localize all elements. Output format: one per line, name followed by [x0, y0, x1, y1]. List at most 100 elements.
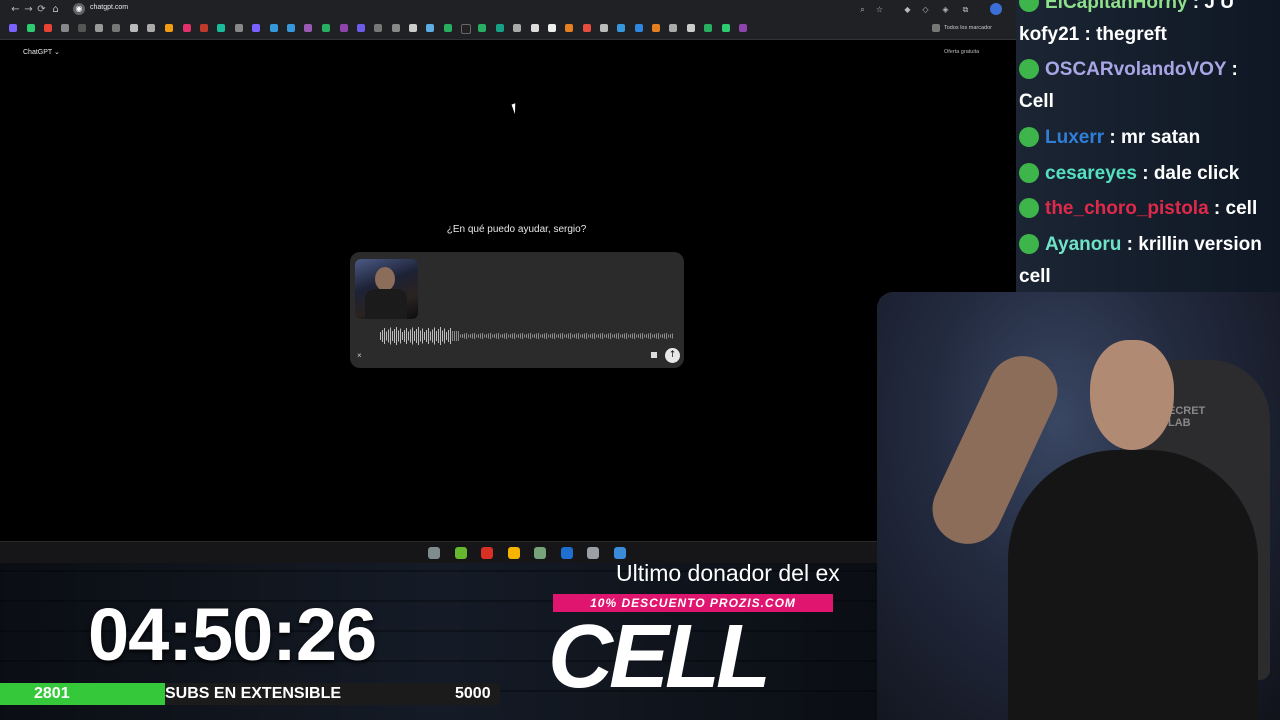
stop-recording-button[interactable]	[651, 352, 657, 358]
free-offer-link[interactable]: Oferta gratuita	[944, 49, 979, 55]
bookmark-icon[interactable]	[112, 24, 120, 32]
home-icon[interactable]: ⌂	[49, 3, 62, 16]
bookmark-icon[interactable]	[669, 24, 677, 32]
all-bookmarks-link[interactable]: Todos los marcador	[944, 25, 992, 31]
taskbar-app-icon[interactable]	[507, 547, 520, 559]
bookmark-icon[interactable]	[270, 24, 278, 32]
reload-icon[interactable]: ⟳	[35, 3, 48, 16]
bookmark-icon[interactable]	[147, 24, 155, 32]
bookmark-icon[interactable]	[531, 24, 539, 32]
bookmark-icon[interactable]	[704, 24, 712, 32]
waveform-bar	[658, 333, 659, 339]
attached-image-thumbnail[interactable]	[355, 259, 418, 319]
bookmark-icon[interactable]	[287, 24, 295, 32]
bookmark-icon[interactable]	[409, 24, 417, 32]
taskbar-app-icon[interactable]	[454, 547, 467, 559]
gmail-icon[interactable]	[44, 24, 52, 32]
bookmark-icon[interactable]	[9, 24, 17, 32]
taskbar-app-icon[interactable]	[613, 547, 626, 559]
bookmark-icon[interactable]	[357, 24, 365, 32]
chat-message: the_choro_pistola : cell	[1019, 193, 1277, 225]
bookmark-icon[interactable]	[304, 24, 312, 32]
bookmark-icon[interactable]	[27, 24, 35, 32]
send-button[interactable]: ↑	[665, 348, 680, 363]
bookmark-icon[interactable]	[165, 24, 173, 32]
waveform-bar	[506, 333, 507, 339]
bookmark-icon[interactable]	[548, 24, 556, 32]
url-text[interactable]: chatgpt.com	[90, 4, 128, 11]
waveform-bar	[516, 334, 517, 338]
back-icon[interactable]: ←	[9, 3, 22, 16]
waveform-bar	[668, 334, 669, 338]
bookmark-icon[interactable]	[340, 24, 348, 32]
waveform-bar	[644, 334, 645, 338]
waveform-bar	[538, 333, 539, 339]
bookmark-icon[interactable]	[617, 24, 625, 32]
bookmark-icon[interactable]	[217, 24, 225, 32]
chat-username[interactable]: ElCapitanHorny	[1045, 0, 1188, 13]
taskbar-app-icon[interactable]	[534, 547, 546, 559]
subs-goal: 5000	[455, 685, 491, 702]
waveform-bar	[426, 330, 427, 342]
chat-username[interactable]: Luxerr	[1045, 127, 1104, 148]
bookmark-icon[interactable]	[461, 24, 471, 34]
bookmark-icon[interactable]	[235, 24, 243, 32]
chat-username[interactable]: cesareyes	[1045, 163, 1137, 184]
bookmark-icon[interactable]	[687, 24, 695, 32]
bookmark-icon[interactable]	[95, 24, 103, 32]
bookmark-icon[interactable]	[322, 24, 330, 32]
x-icon[interactable]	[61, 24, 69, 32]
waveform-bar	[594, 333, 595, 339]
waveform-bar	[462, 334, 463, 338]
bookmark-icon[interactable]	[739, 24, 747, 32]
bookmark-icon[interactable]	[444, 24, 452, 32]
waveform-bar	[620, 334, 621, 338]
bookmark-icon[interactable]	[635, 24, 643, 32]
zoom-icon[interactable]: ⌕	[857, 4, 868, 15]
chat-username[interactable]: Ayanoru	[1045, 234, 1121, 255]
extension-icon[interactable]: ◇	[920, 4, 931, 15]
bookmark-icon[interactable]	[252, 24, 260, 32]
bookmark-icon[interactable]	[392, 24, 400, 32]
close-icon[interactable]: ×	[357, 351, 362, 360]
site-info-icon[interactable]: ◉	[73, 3, 85, 15]
waveform-bar	[654, 334, 655, 338]
extensions-puzzle-icon[interactable]: ⧉	[960, 4, 971, 15]
bookmark-icon[interactable]	[200, 24, 208, 32]
taskbar-app-icon[interactable]	[560, 547, 573, 559]
bookmark-icon[interactable]	[130, 24, 138, 32]
bookmark-icon[interactable]	[426, 24, 434, 32]
bookmark-icon[interactable]	[513, 24, 521, 32]
forward-icon[interactable]: →	[22, 3, 35, 16]
taskbar-app-icon[interactable]	[428, 547, 440, 559]
instagram-icon[interactable]	[183, 24, 191, 32]
waveform-bar	[416, 329, 417, 343]
model-selector[interactable]: ChatGPT ⌄	[23, 48, 60, 56]
chat-message: OSCARvolandoVOY : Cell	[1019, 54, 1277, 118]
chair-logo-text: ECRET LAB	[1168, 405, 1206, 429]
chat-username[interactable]: the_choro_pistola	[1045, 198, 1209, 219]
waveform-bar	[634, 333, 635, 339]
chat-text: : J U	[1187, 0, 1234, 13]
taskbar-app-icon[interactable]	[481, 547, 493, 559]
star-icon[interactable]: ☆	[874, 4, 885, 15]
bookmark-icon[interactable]	[600, 24, 608, 32]
tiktok-icon[interactable]	[78, 24, 86, 32]
profile-avatar[interactable]	[990, 3, 1002, 15]
bookmark-icon[interactable]	[583, 24, 591, 32]
bookmark-icon[interactable]	[652, 24, 660, 32]
bookmark-icon[interactable]	[478, 24, 486, 32]
bookmark-icon[interactable]	[496, 24, 504, 32]
chat-message: Ayanoru : krillin version cell	[1019, 229, 1277, 292]
address-bar[interactable]	[70, 2, 850, 17]
chat-username[interactable]: kofy21	[1019, 24, 1079, 45]
extension-icon[interactable]: ◈	[940, 4, 951, 15]
bookmark-icon[interactable]	[722, 24, 730, 32]
chat-message: cesareyes : dale click	[1019, 158, 1277, 190]
taskbar-app-icon[interactable]	[587, 547, 599, 559]
bookmark-icon[interactable]	[374, 24, 382, 32]
bookmark-icon[interactable]	[565, 24, 573, 32]
chat-text: : thegreft	[1079, 24, 1167, 45]
chat-username[interactable]: OSCARvolandoVOY	[1045, 59, 1226, 80]
extension-icon[interactable]: ◆	[902, 4, 913, 15]
